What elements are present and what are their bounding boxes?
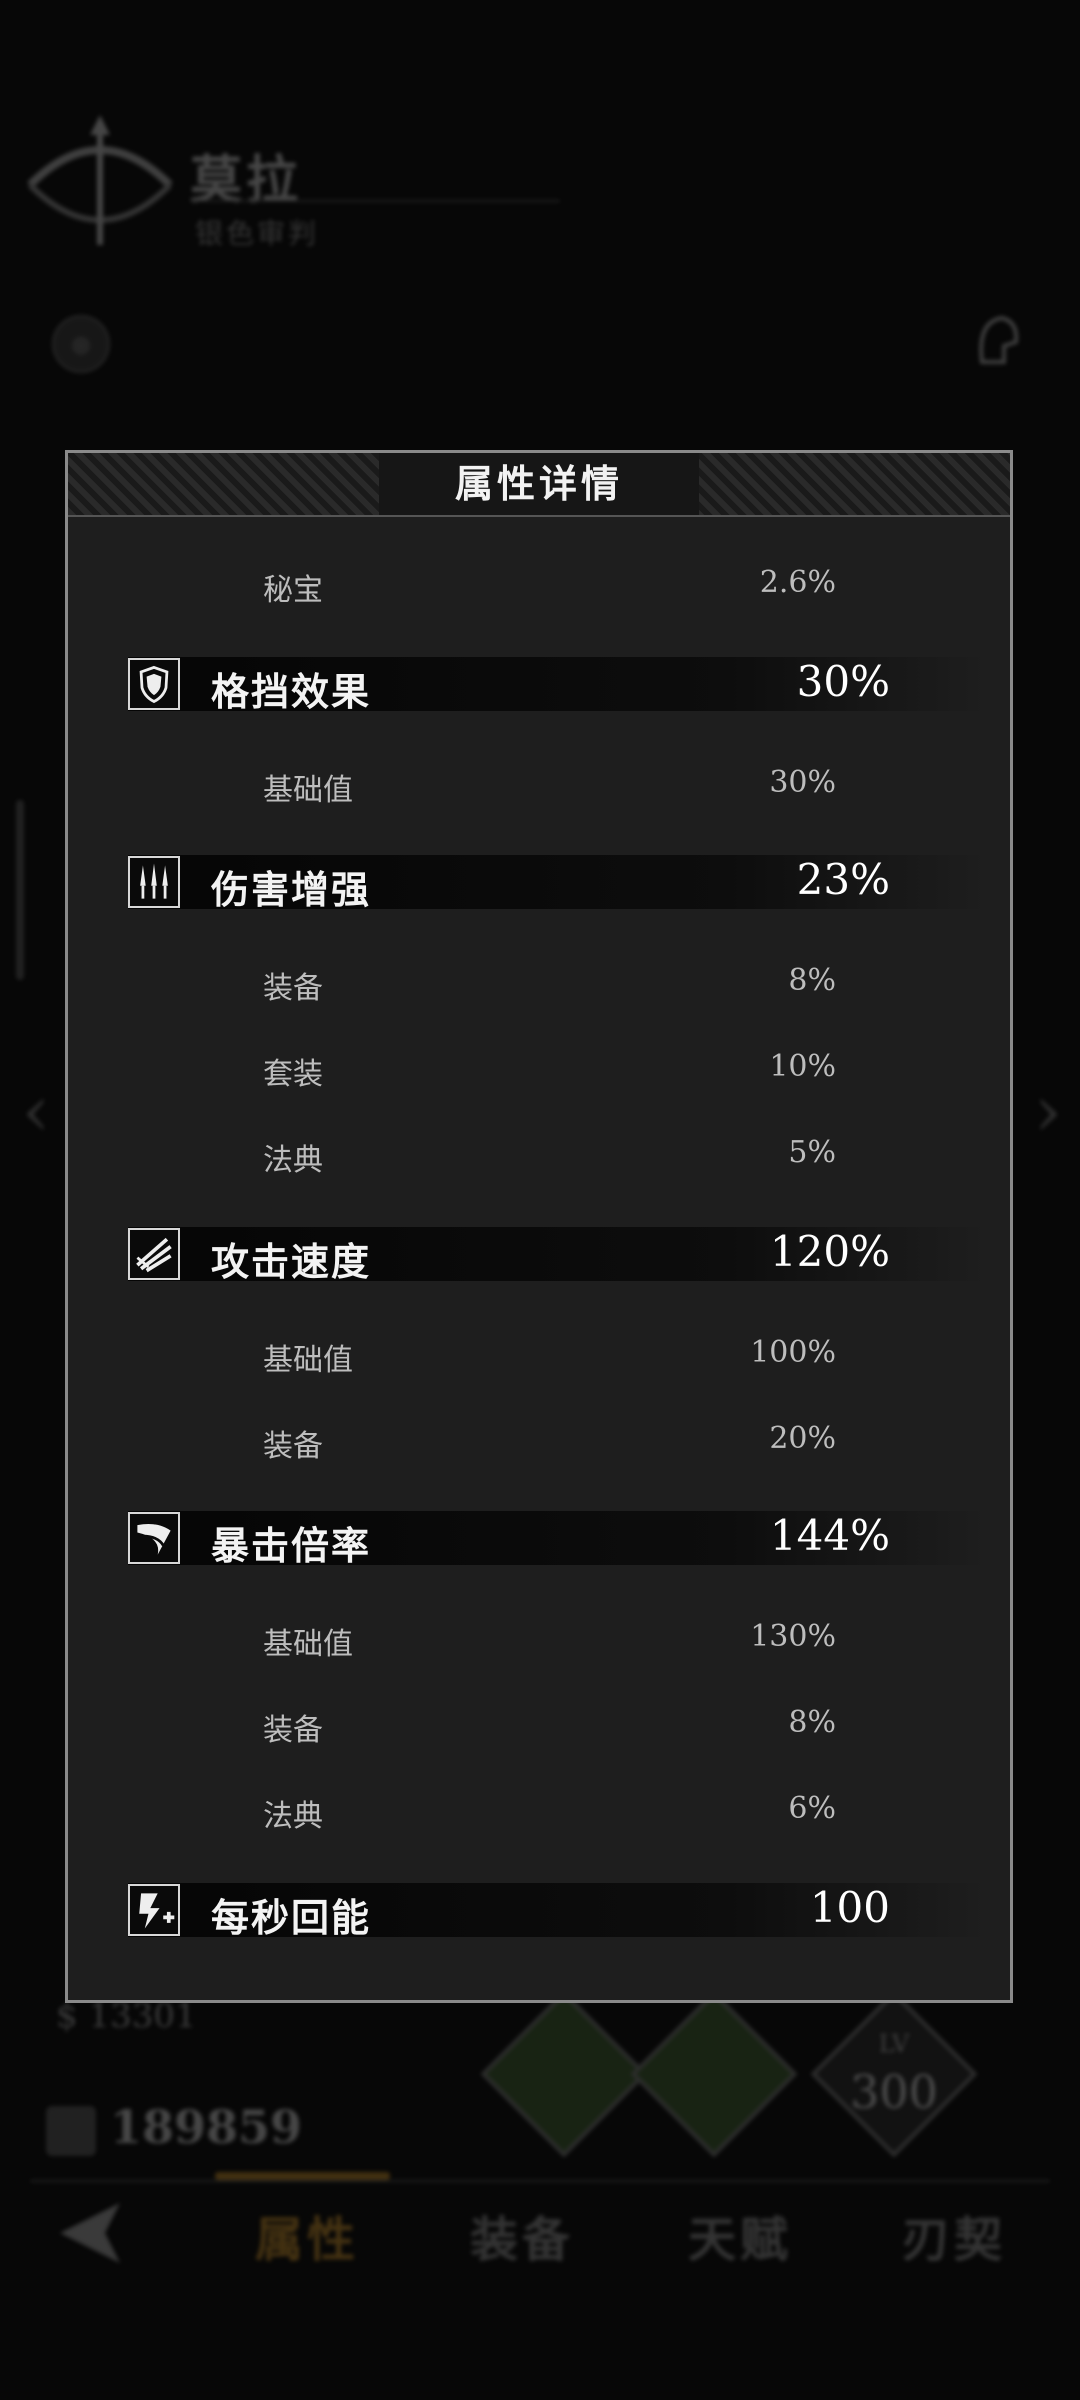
triple-dagger-icon bbox=[128, 856, 180, 908]
energy-plus-icon bbox=[128, 1884, 180, 1936]
sub-row-label: 法典 bbox=[263, 1799, 323, 1834]
sub-row-value: 8% bbox=[788, 963, 836, 998]
sub-row-value: 2.6% bbox=[759, 565, 836, 600]
sub-row-value: 130% bbox=[750, 1619, 836, 1654]
sub-row-label: 秘宝 bbox=[263, 573, 323, 608]
sub-row-label: 法典 bbox=[263, 1143, 323, 1178]
stat-value-crit: 144% bbox=[769, 1511, 890, 1560]
sub-row-label: 装备 bbox=[263, 971, 323, 1006]
stat-value-speed: 120% bbox=[769, 1227, 890, 1276]
stat-label-block: 格挡效果 bbox=[211, 669, 372, 714]
stat-value-energy: 100 bbox=[809, 1883, 890, 1932]
sub-row-value: 6% bbox=[788, 1791, 836, 1826]
stat-value-block: 30% bbox=[796, 657, 890, 706]
sub-row-label: 套装 bbox=[263, 1057, 323, 1092]
modal-title: 属性详情 bbox=[379, 453, 699, 515]
claw-icon bbox=[128, 1512, 180, 1564]
attribute-detail-modal: 属性详情 秘宝 2.6% 格挡效果 30% 基础值 30% 伤害增强 23% 装… bbox=[65, 450, 1013, 2003]
sub-row-label: 装备 bbox=[263, 1429, 323, 1464]
sub-row-label: 基础值 bbox=[263, 773, 353, 808]
shield-icon bbox=[128, 658, 180, 710]
sub-row-value: 100% bbox=[750, 1335, 836, 1370]
stat-label-damage: 伤害增强 bbox=[211, 867, 372, 912]
sub-row-value: 10% bbox=[769, 1049, 836, 1084]
stat-value-damage: 23% bbox=[796, 855, 890, 904]
sub-row-value: 20% bbox=[769, 1421, 836, 1456]
stat-label-crit: 暴击倍率 bbox=[211, 1523, 372, 1568]
modal-header: 属性详情 bbox=[68, 453, 1010, 517]
sub-row-label: 基础值 bbox=[263, 1627, 353, 1662]
sub-row-value: 30% bbox=[769, 765, 836, 800]
sub-row-label: 基础值 bbox=[263, 1343, 353, 1378]
stat-label-energy: 每秒回能 bbox=[211, 1895, 372, 1940]
stat-label-speed: 攻击速度 bbox=[211, 1239, 372, 1284]
sub-row-value: 8% bbox=[788, 1705, 836, 1740]
sub-row-label: 装备 bbox=[263, 1713, 323, 1748]
wind-slash-icon bbox=[128, 1228, 180, 1280]
sub-row-value: 5% bbox=[788, 1135, 836, 1170]
